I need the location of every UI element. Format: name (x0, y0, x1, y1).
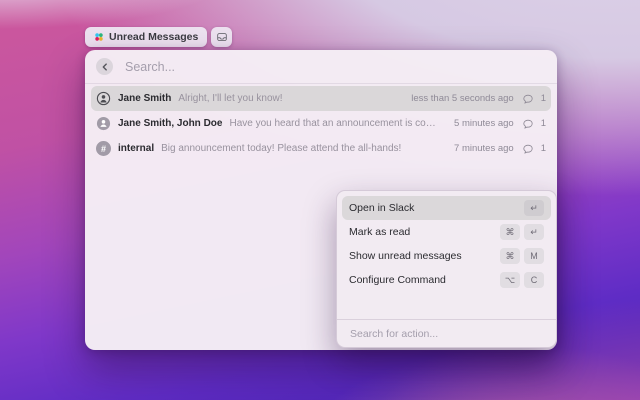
action-panel: Open in Slack ↵ Mark as read ⌘ ↵ Show un… (336, 190, 557, 348)
action-label: Show unread messages (349, 250, 500, 262)
shortcut-keys: ↵ (524, 200, 544, 216)
search-bar (85, 50, 557, 84)
m-key: M (524, 248, 544, 264)
chevron-left-icon (101, 63, 109, 71)
comment-count: 1 (541, 118, 546, 129)
panel-spacer (337, 297, 556, 319)
result-subtitle: Big announcement today! Please attend th… (161, 143, 401, 154)
command-chip-label: Unread Messages (109, 31, 198, 43)
action-search-input[interactable] (348, 327, 545, 341)
action-label: Open in Slack (349, 202, 524, 214)
result-title: Jane Smith (118, 93, 171, 104)
result-time: 5 minutes ago (454, 118, 514, 129)
result-title: Jane Smith, John Doe (118, 118, 222, 129)
action-configure-command[interactable]: Configure Command ⌥ C (342, 268, 551, 292)
action-show-unread-messages[interactable]: Show unread messages ⌘ M (342, 244, 551, 268)
comment-bubble-icon (522, 143, 534, 155)
action-label: Mark as read (349, 226, 500, 238)
c-key: C (524, 272, 544, 288)
comment-bubble-icon (522, 118, 534, 130)
people-circle-icon (96, 116, 111, 131)
return-key: ↵ (524, 200, 544, 216)
command-chip-bar: Unread Messages (85, 27, 232, 47)
hash-circle-icon: # (96, 141, 111, 156)
result-title: internal (118, 143, 154, 154)
result-subtitle: Alright, I'll let you know! (178, 93, 282, 104)
result-row-jane-smith[interactable]: Jane Smith Alright, I'll let you know! l… (91, 86, 551, 111)
results-list: Jane Smith Alright, I'll let you know! l… (85, 84, 557, 161)
inbox-button[interactable] (211, 27, 232, 47)
person-circle-icon (96, 91, 111, 106)
result-subtitle: Have you heard that an announcement is c… (229, 118, 436, 129)
action-open-in-slack[interactable]: Open in Slack ↵ (342, 196, 551, 220)
action-search-bar (337, 319, 556, 347)
result-time: less than 5 seconds ago (411, 93, 513, 104)
comment-count: 1 (541, 93, 546, 104)
comment-count: 1 (541, 143, 546, 154)
shortcut-keys: ⌘ M (500, 248, 544, 264)
slack-icon (94, 32, 104, 42)
option-key: ⌥ (500, 272, 520, 288)
screen: Unread Messages (0, 0, 640, 400)
result-time: 7 minutes ago (454, 143, 514, 154)
command-chip[interactable]: Unread Messages (85, 27, 207, 47)
return-key: ↵ (524, 224, 544, 240)
result-row-jane-smith-john-doe[interactable]: Jane Smith, John Doe Have you heard that… (91, 111, 551, 136)
inbox-icon (216, 31, 228, 43)
shortcut-keys: ⌥ C (500, 272, 544, 288)
search-input[interactable] (123, 59, 546, 75)
action-panel-items: Open in Slack ↵ Mark as read ⌘ ↵ Show un… (337, 191, 556, 297)
shortcut-keys: ⌘ ↵ (500, 224, 544, 240)
back-button[interactable] (96, 58, 113, 75)
action-label: Configure Command (349, 274, 500, 286)
command-key: ⌘ (500, 248, 520, 264)
comment-bubble-icon (522, 93, 534, 105)
command-key: ⌘ (500, 224, 520, 240)
result-row-internal[interactable]: # internal Big announcement today! Pleas… (91, 136, 551, 161)
action-mark-as-read[interactable]: Mark as read ⌘ ↵ (342, 220, 551, 244)
